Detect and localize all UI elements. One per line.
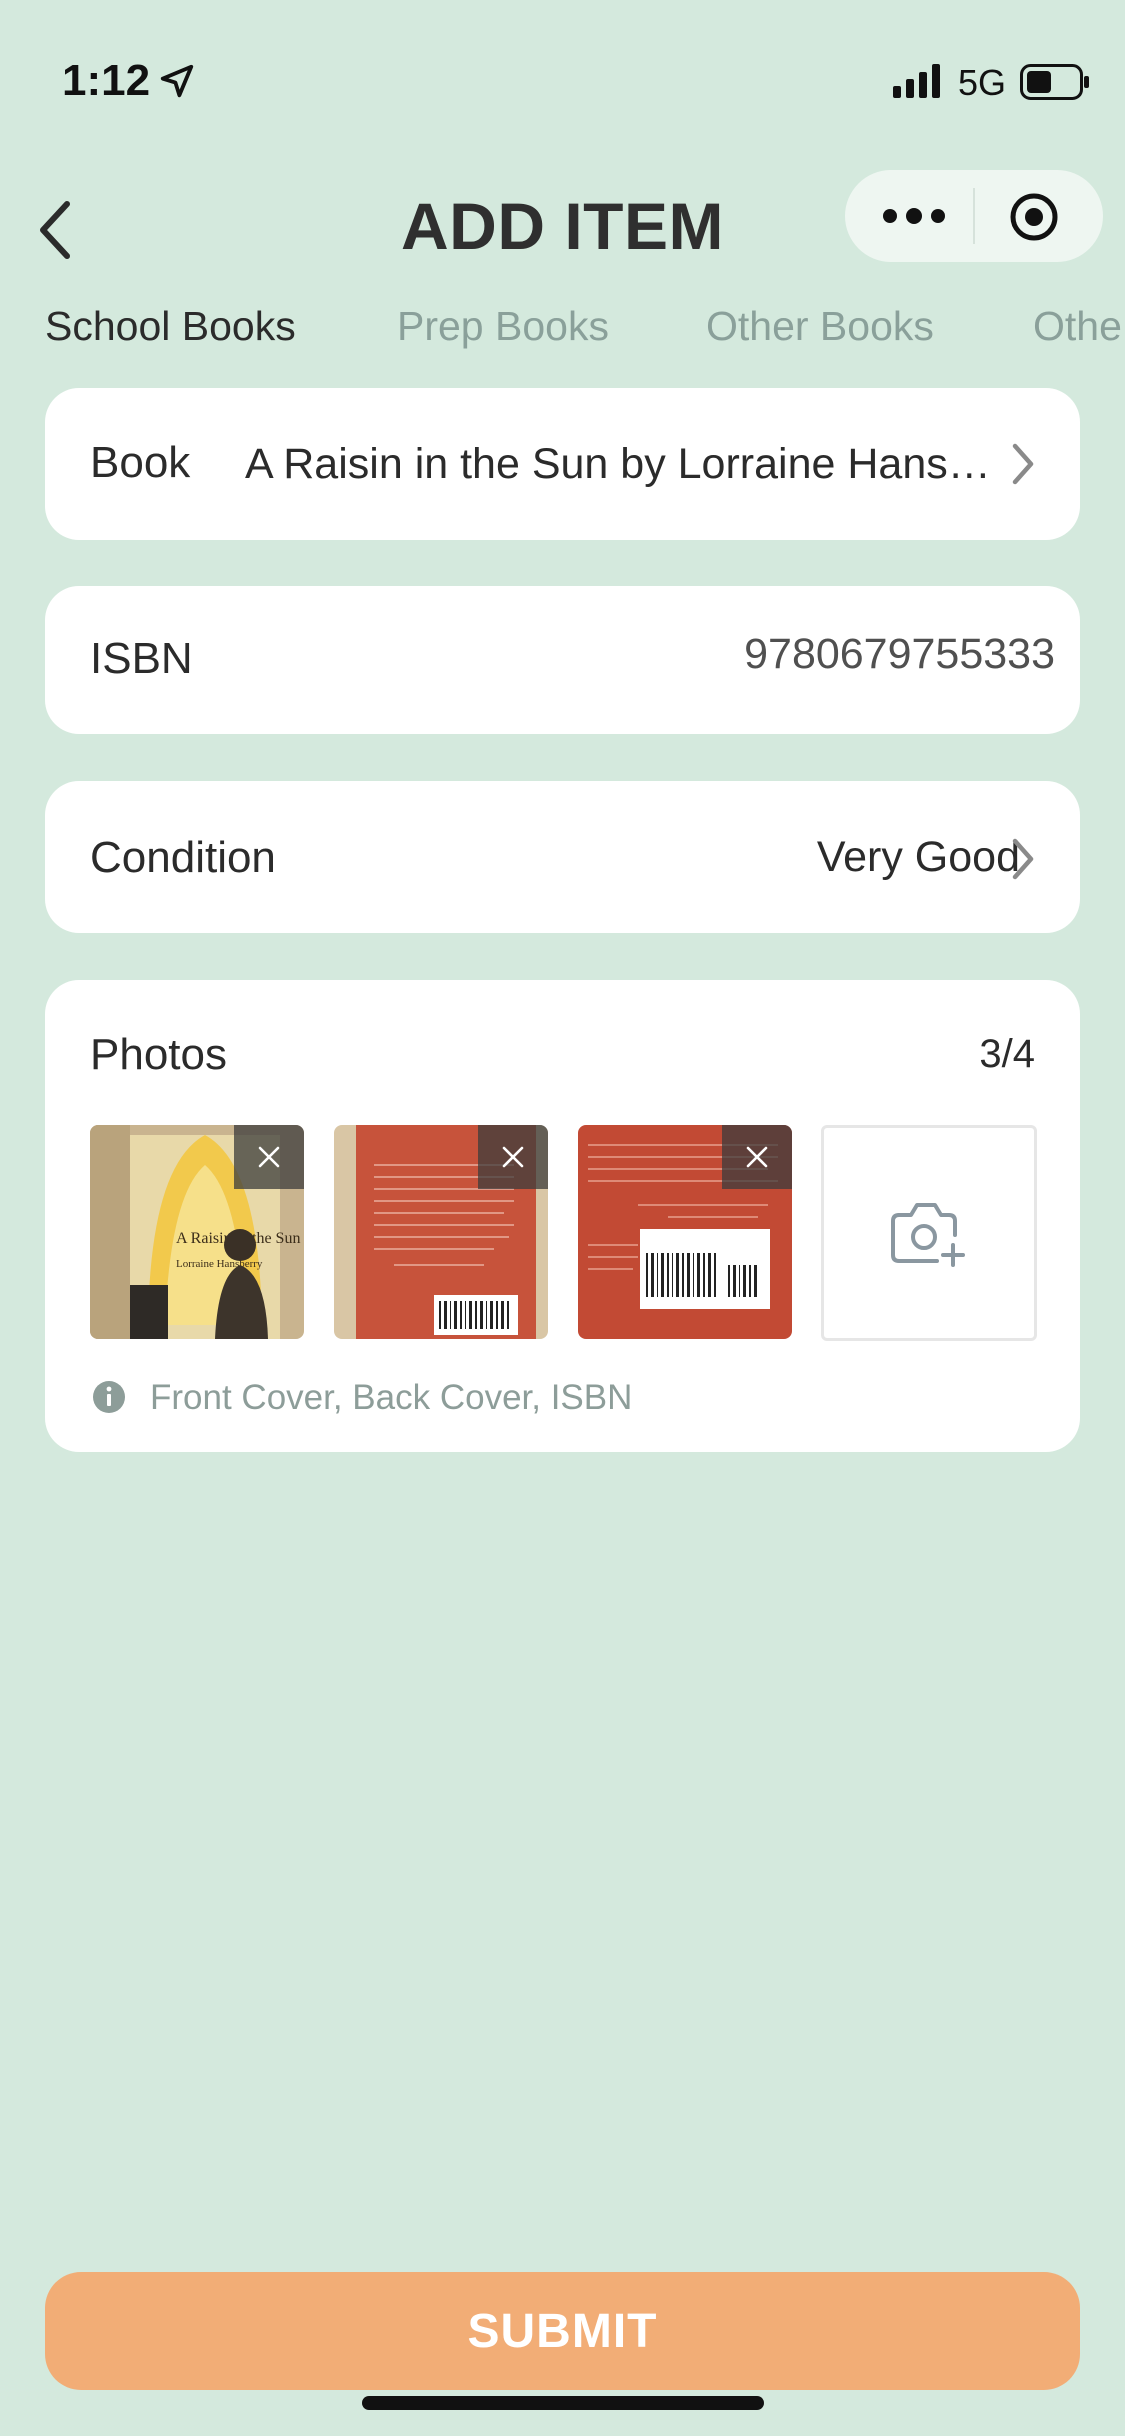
home-indicator bbox=[362, 2396, 764, 2410]
isbn-label: ISBN bbox=[90, 634, 193, 683]
photos-label: Photos bbox=[90, 1030, 227, 1079]
close-icon bbox=[746, 1146, 768, 1168]
photos-card: Photos 3/4 A Raisin in the Sun Lorraine … bbox=[45, 980, 1080, 1452]
close-icon bbox=[502, 1146, 524, 1168]
tab-school-books[interactable]: School Books bbox=[45, 303, 296, 350]
photo-thumbnail-front-cover[interactable]: A Raisin in the Sun Lorraine Hansberry bbox=[90, 1125, 304, 1339]
book-value: A Raisin in the Sun by Lorraine Hans… bbox=[245, 440, 991, 488]
tab-other-books[interactable]: Other Books bbox=[706, 303, 934, 350]
condition-value: Very Good bbox=[816, 833, 1020, 881]
chevron-right-icon bbox=[1012, 443, 1034, 485]
photo-thumbnail-isbn[interactable] bbox=[578, 1125, 792, 1339]
condition-label: Condition bbox=[90, 833, 276, 882]
camera-add-icon bbox=[891, 1203, 965, 1267]
photo-count: 3/4 bbox=[979, 1032, 1035, 1076]
add-photo-button[interactable] bbox=[821, 1125, 1037, 1341]
close-icon bbox=[258, 1146, 280, 1168]
isbn-field[interactable] bbox=[605, 630, 1055, 679]
photo-thumbnail-back-cover[interactable] bbox=[334, 1125, 548, 1339]
submit-button[interactable]: SUBMIT bbox=[45, 2272, 1080, 2390]
remove-photo-button[interactable] bbox=[234, 1125, 304, 1189]
chevron-right-icon bbox=[1012, 838, 1034, 880]
status-bar: 1:12 5G bbox=[0, 0, 1125, 150]
remove-photo-button[interactable] bbox=[722, 1125, 792, 1189]
more-dots-icon[interactable] bbox=[883, 196, 945, 236]
status-time: 1:12 bbox=[62, 56, 151, 105]
network-type: 5G bbox=[958, 62, 1007, 103]
tab-prep-books[interactable]: Prep Books bbox=[397, 303, 609, 350]
category-tabs: School Books Prep Books Other Books Othe bbox=[0, 295, 1125, 365]
tab-other[interactable]: Othe bbox=[1033, 303, 1122, 350]
cover-author-text: Lorraine Hansberry bbox=[176, 1258, 263, 1270]
capsule-divider bbox=[973, 188, 975, 244]
mini-program-capsule bbox=[845, 170, 1103, 262]
remove-photo-button[interactable] bbox=[478, 1125, 548, 1189]
book-label: Book bbox=[90, 438, 191, 487]
battery-icon bbox=[1020, 64, 1089, 100]
isbn-row: ISBN bbox=[45, 586, 1080, 734]
location-arrow-icon bbox=[160, 64, 194, 98]
info-icon bbox=[93, 1381, 125, 1413]
condition-row[interactable]: Condition Very Good bbox=[45, 781, 1080, 933]
book-row[interactable]: Book A Raisin in the Sun by Lorraine Han… bbox=[45, 388, 1080, 540]
signal-bars-icon bbox=[893, 64, 940, 98]
target-circle-icon[interactable] bbox=[1009, 192, 1059, 242]
photo-hint: Front Cover, Back Cover, ISBN bbox=[150, 1378, 633, 1417]
